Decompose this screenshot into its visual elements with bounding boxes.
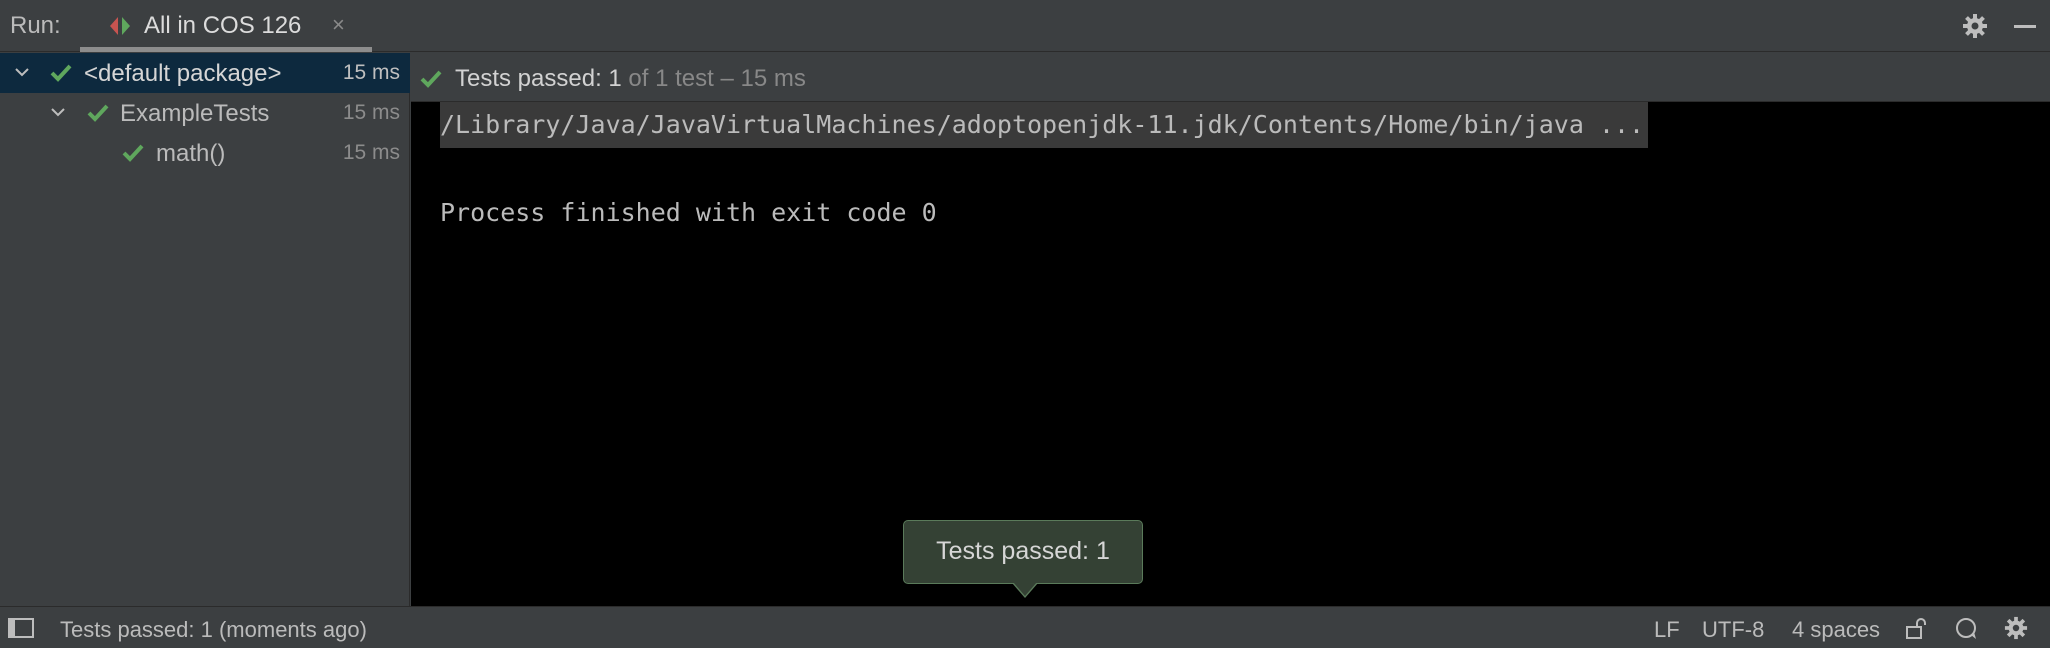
tree-item-duration: 15 ms	[342, 141, 400, 164]
run-toolbar: Run: All in COS 126 ×	[0, 0, 2050, 52]
chevron-down-icon[interactable]	[50, 106, 66, 118]
tree-item-label: <default package>	[84, 60, 282, 87]
check-icon	[420, 70, 442, 88]
close-icon[interactable]: ×	[332, 12, 345, 38]
status-message[interactable]: Tests passed: 1 (moments ago)	[60, 617, 367, 643]
line-ending-selector[interactable]: LF	[1654, 617, 1680, 643]
console-output[interactable]: /Library/Java/JavaVirtualMachines/adopto…	[411, 102, 2050, 606]
minimize-icon[interactable]	[2014, 25, 2036, 28]
tests-passed-count: Tests passed: 1	[455, 65, 622, 92]
run-tab-label: All in COS 126	[144, 12, 302, 39]
console-exit-line: Process finished with exit code 0	[440, 198, 937, 227]
tool-window-toggle-icon[interactable]	[8, 618, 34, 638]
check-icon	[50, 64, 72, 82]
tree-item-label: ExampleTests	[120, 100, 270, 127]
lock-icon[interactable]	[1904, 616, 1928, 640]
status-bar: Tests passed: 1 (moments ago) LF UTF-8 4…	[0, 606, 2050, 648]
test-status-text: Tests passed: 1 of 1 test – 15 ms	[455, 65, 806, 93]
tests-summary: of 1 test – 15 ms	[621, 65, 806, 92]
tree-row-math[interactable]: math() 15 ms	[0, 133, 410, 173]
encoding-selector[interactable]: UTF-8	[1702, 617, 1764, 643]
run-label: Run:	[10, 12, 61, 39]
indent-selector[interactable]: 4 spaces	[1792, 617, 1880, 643]
balloon-tail-fill	[1013, 582, 1037, 596]
active-tab-indicator	[80, 47, 372, 52]
tree-item-duration: 15 ms	[342, 61, 400, 84]
run-tab[interactable]: All in COS 126 ×	[80, 0, 372, 52]
tree-row-default-package[interactable]: <default package> 15 ms	[0, 53, 410, 93]
balloon-text: Tests passed: 1	[936, 537, 1110, 565]
tree-row-exampletests[interactable]: ExampleTests 15 ms	[0, 93, 410, 133]
check-icon	[87, 104, 109, 122]
test-results-header: Tests passed: 1 of 1 test – 15 ms	[411, 53, 2050, 102]
console-command-line[interactable]: /Library/Java/JavaVirtualMachines/adopto…	[440, 102, 1649, 148]
run-config-icon	[110, 17, 130, 35]
tests-passed-balloon[interactable]: Tests passed: 1	[903, 520, 1143, 584]
test-tree: <default package> 15 ms ExampleTests 15 …	[0, 53, 410, 606]
gear-icon[interactable]	[1962, 13, 1988, 39]
gear-icon[interactable]	[2004, 616, 2028, 640]
notifications-icon[interactable]	[1954, 616, 1978, 640]
tree-item-duration: 15 ms	[342, 101, 400, 124]
chevron-down-icon[interactable]	[14, 66, 30, 78]
check-icon	[122, 144, 144, 162]
tree-item-label: math()	[156, 140, 226, 167]
